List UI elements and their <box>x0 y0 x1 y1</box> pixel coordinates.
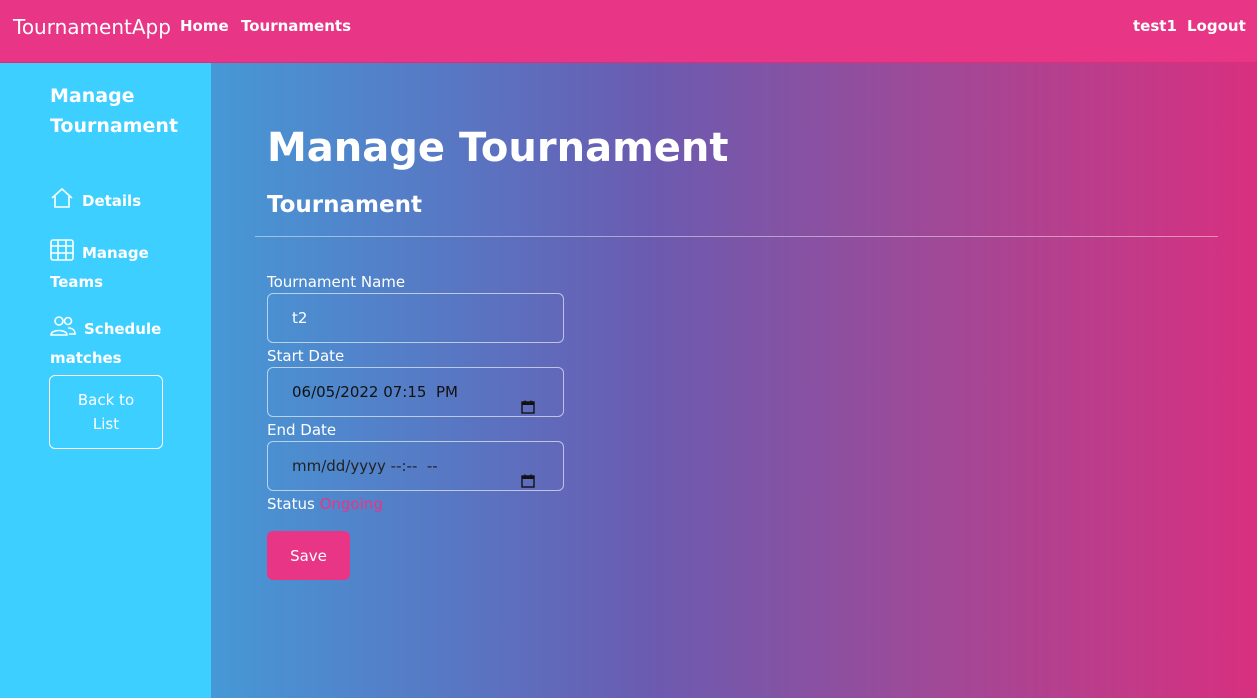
tournament-name-input[interactable]: t2 <box>267 293 564 343</box>
page-title: Manage Tournament <box>267 125 729 171</box>
logout-link[interactable]: Logout <box>1187 17 1246 35</box>
sidebar-item-details[interactable]: Details <box>50 187 200 217</box>
start-date-label: Start Date <box>267 347 345 365</box>
sidebar: Manage Tournament Details Manage Teams S… <box>0 63 211 698</box>
sidebar-title: Manage Tournament <box>50 85 179 137</box>
sidebar-item-label: Details <box>82 192 142 210</box>
calendar-icon[interactable] <box>521 385 535 433</box>
back-to-list-button[interactable]: Back to List <box>49 375 163 449</box>
user-link[interactable]: test1 <box>1133 17 1177 35</box>
calendar-icon[interactable] <box>521 459 535 507</box>
status-label: Status <box>267 495 315 513</box>
people-icon <box>50 315 76 345</box>
nav-home-link[interactable]: Home <box>180 17 229 35</box>
tournament-name-value: t2 <box>292 309 308 327</box>
nav-tournaments-link[interactable]: Tournaments <box>241 17 351 35</box>
sidebar-item-manage-teams[interactable]: Manage Teams <box>50 239 200 295</box>
brand-link[interactable]: TournamentApp <box>13 15 171 39</box>
main-content: Manage Tournament Tournament Tournament … <box>211 63 1257 698</box>
end-date-input[interactable]: mm/dd/yyyy --:-- -- <box>267 441 564 491</box>
divider <box>255 236 1218 237</box>
save-button[interactable]: Save <box>267 531 350 580</box>
section-title: Tournament <box>267 192 422 218</box>
end-date-label: End Date <box>267 421 337 439</box>
tournament-name-label: Tournament Name <box>267 273 406 291</box>
home-icon <box>50 187 74 217</box>
status-value: Ongoing <box>319 495 383 513</box>
start-date-value: 06/05/2022 07:15 PM <box>292 383 458 401</box>
top-navbar: TournamentApp Home Tournaments test1 Log… <box>0 0 1257 63</box>
end-date-value: mm/dd/yyyy --:-- -- <box>292 457 438 475</box>
sidebar-item-schedule-matches[interactable]: Schedule matches <box>50 315 200 371</box>
status-row: Status Ongoing <box>267 495 383 513</box>
start-date-input[interactable]: 06/05/2022 07:15 PM <box>267 367 564 417</box>
table-icon <box>50 239 74 269</box>
